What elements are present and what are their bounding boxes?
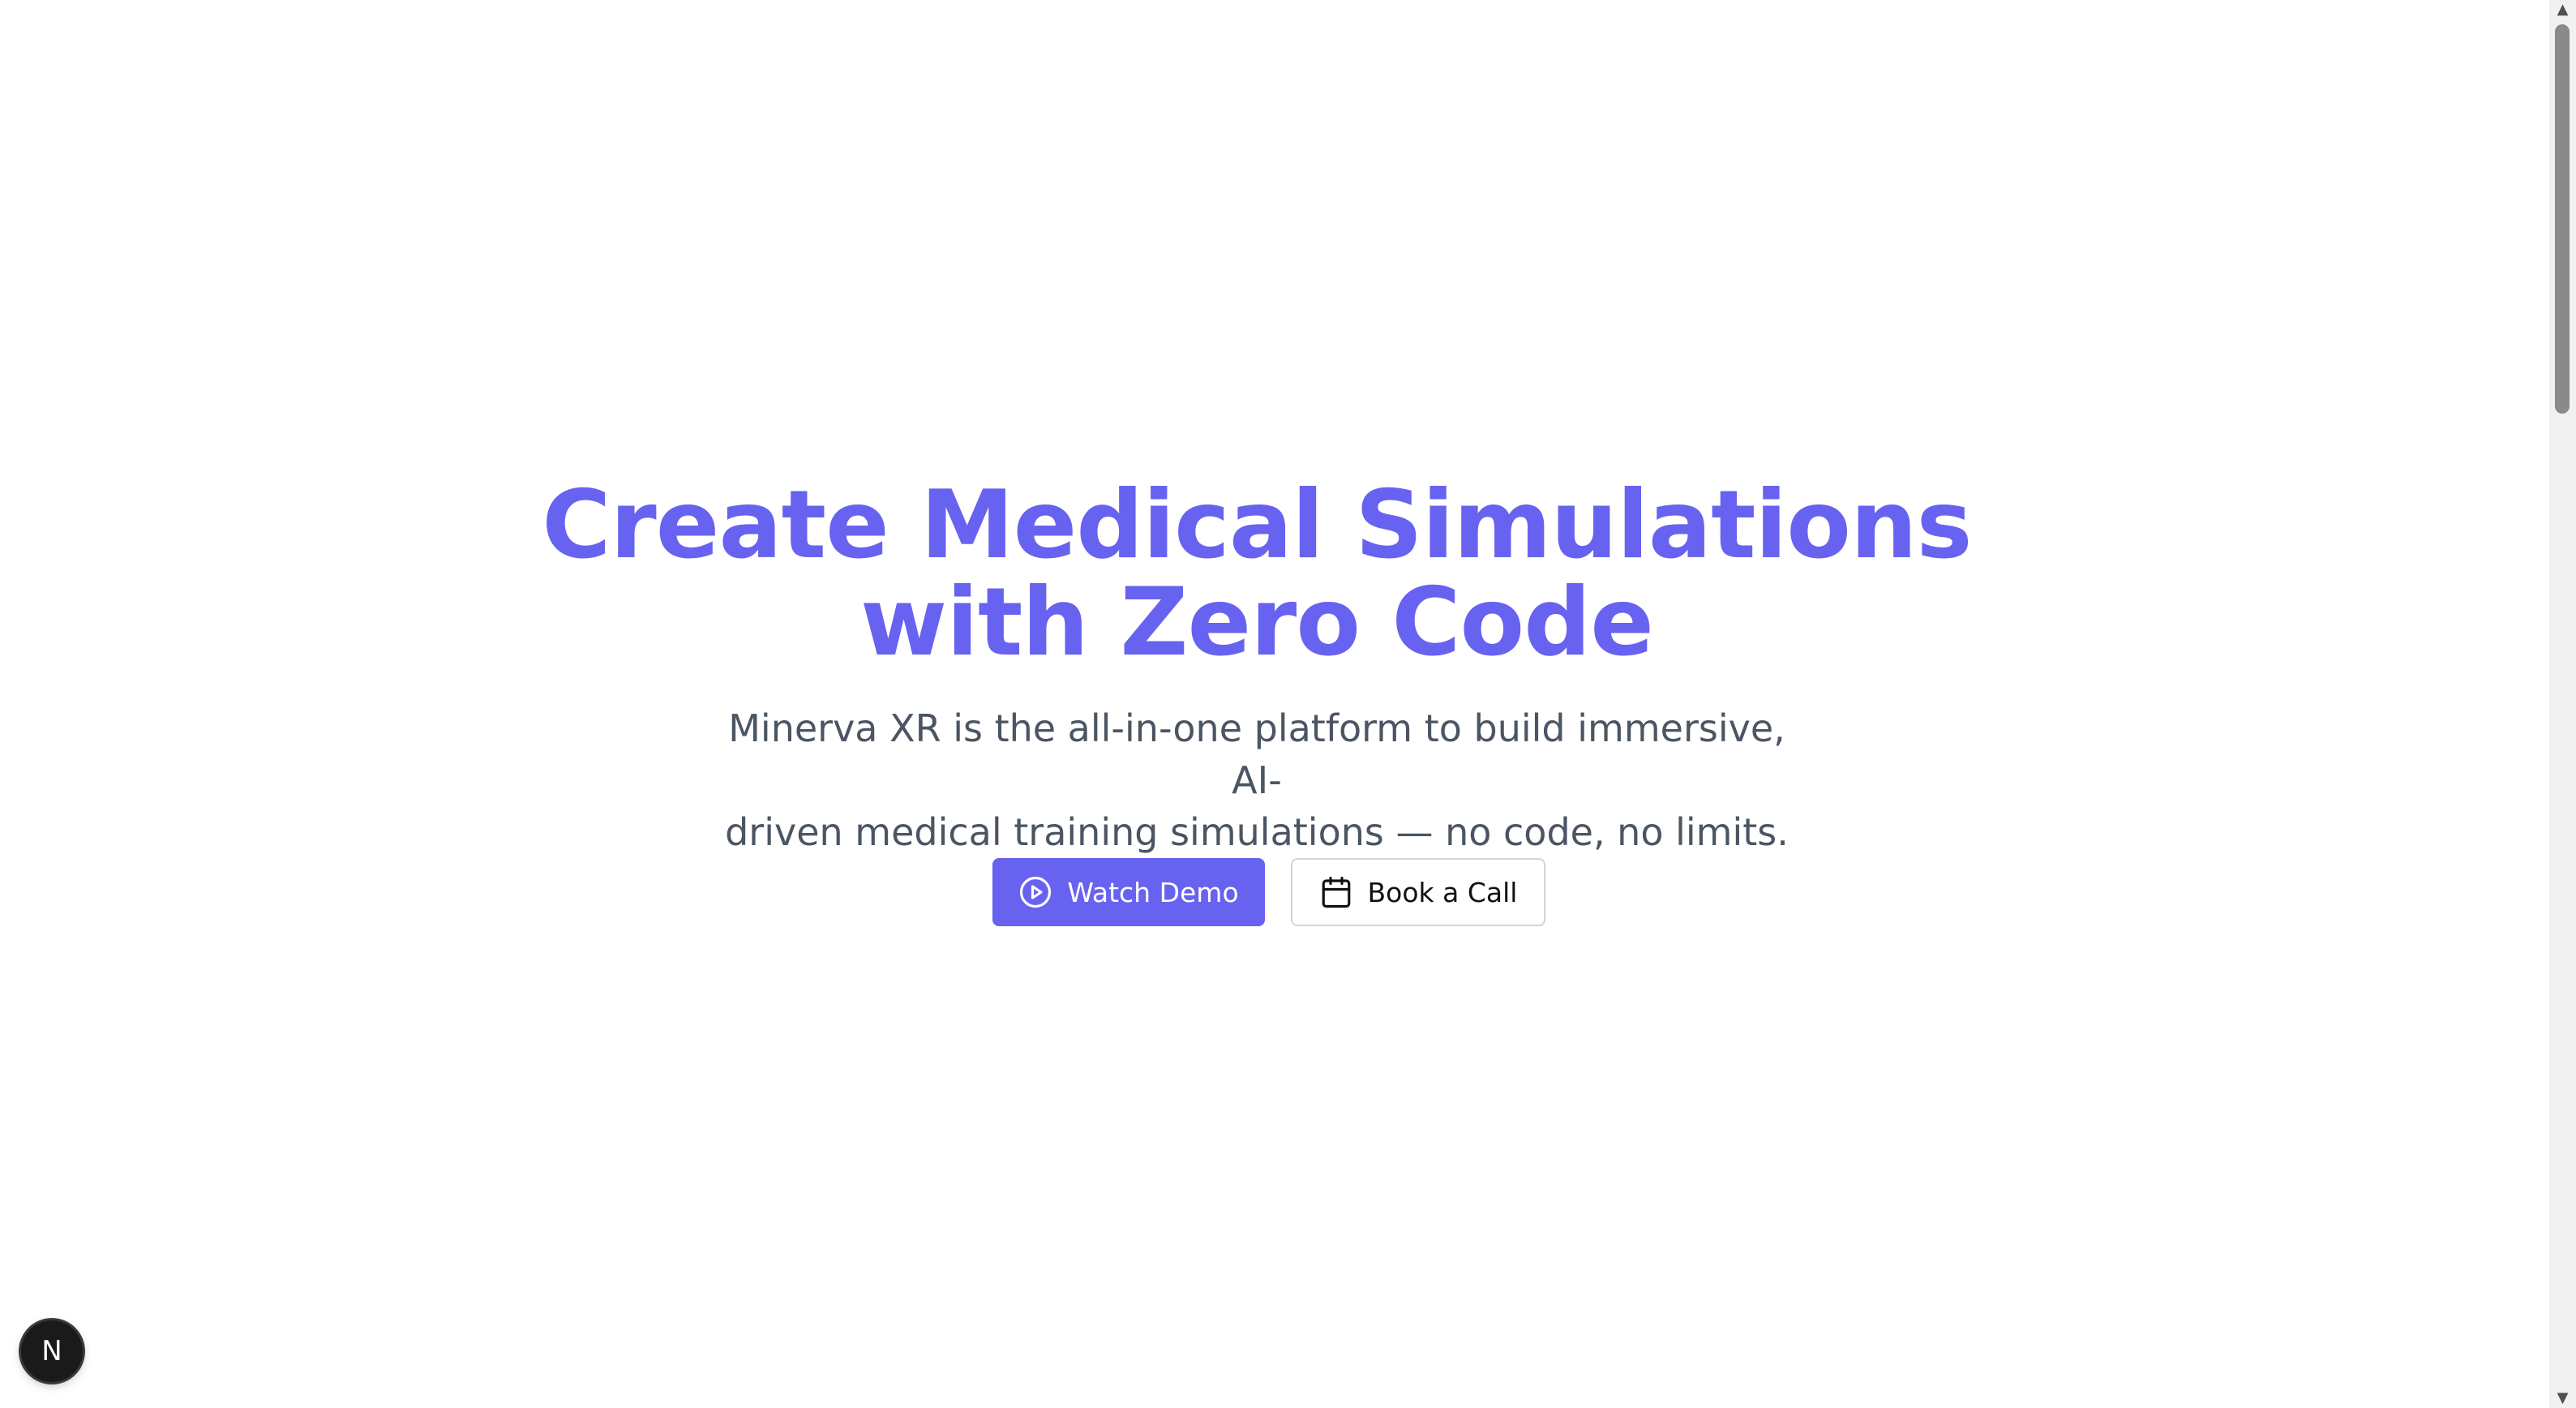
page: Create Medical Simulations with Zero Cod… (0, 0, 2576, 1408)
hero-subtitle: Minerva XR is the all-in-one platform to… (714, 702, 1800, 858)
book-call-button[interactable]: Book a Call (1291, 858, 1545, 926)
hero-title-line-1: Create Medical Simulations (542, 470, 1972, 580)
hero-subtitle-line-1: Minerva XR is the all-in-one platform to… (728, 706, 1785, 802)
hero-subtitle-line-2: driven medical training simulations — no… (725, 810, 1789, 854)
watch-demo-button[interactable]: Watch Demo (992, 858, 1265, 926)
scrollbar-thumb[interactable] (2555, 24, 2570, 414)
scroll-down-arrow-icon[interactable]: ▼ (2549, 1389, 2576, 1408)
book-call-label: Book a Call (1367, 876, 1518, 908)
scroll-up-arrow-icon[interactable]: ▲ (2549, 0, 2576, 19)
nextjs-dev-badge[interactable]: N (21, 1320, 83, 1382)
hero-title: Create Medical Simulations with Zero Cod… (0, 477, 2514, 672)
vertical-scrollbar[interactable]: ▲ ▼ (2549, 0, 2576, 1408)
play-circle-icon (1018, 875, 1052, 909)
calendar-icon (1319, 875, 1353, 909)
hero-title-line-2: with Zero Code (860, 568, 1654, 677)
watch-demo-label: Watch Demo (1067, 876, 1239, 908)
hero-section: Create Medical Simulations with Zero Cod… (0, 0, 2549, 1408)
nextjs-logo-icon: N (41, 1335, 62, 1367)
